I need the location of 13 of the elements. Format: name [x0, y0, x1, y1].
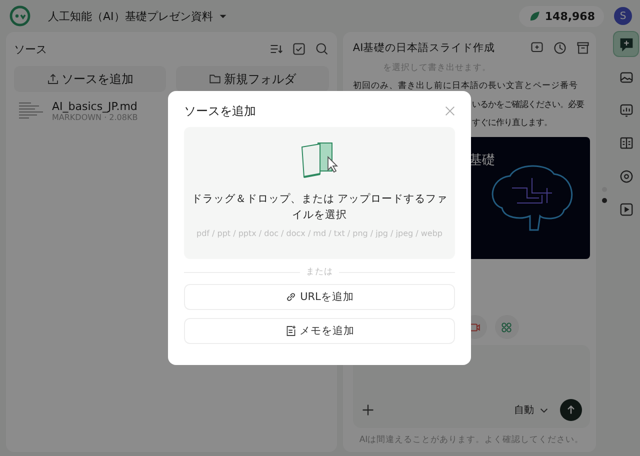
file-name: AI_basics_JP.md: [52, 100, 138, 113]
file-formats: pdf / ppt / pptx / doc / docx / md / txt / png / jpg / jpeg / webp: [196, 229, 442, 238]
chat-title: AI基礎の日本語スライド作成: [352, 41, 496, 56]
panel-title: ソース: [14, 42, 47, 56]
disclaimer-text: AIは間違えることがあります。よく確認してください。: [358, 434, 585, 446]
dialog-title: ソースを追加: [184, 102, 256, 120]
message-text: 初回のみ、書き出し前に日本語の長い文言とページ番号: [352, 80, 579, 93]
message-text: すぐに作り直します。: [470, 116, 553, 129]
message-text: いるかをご確認ください。必要: [470, 98, 586, 111]
drop-instructions: ドラッグ＆ドロップ、または アップロードするファイルを選択: [190, 192, 449, 223]
separator-text: または: [306, 266, 333, 278]
file-meta: MARKDOWN · 2.08KB: [52, 113, 138, 122]
credits-count: 148,968: [544, 10, 595, 22]
